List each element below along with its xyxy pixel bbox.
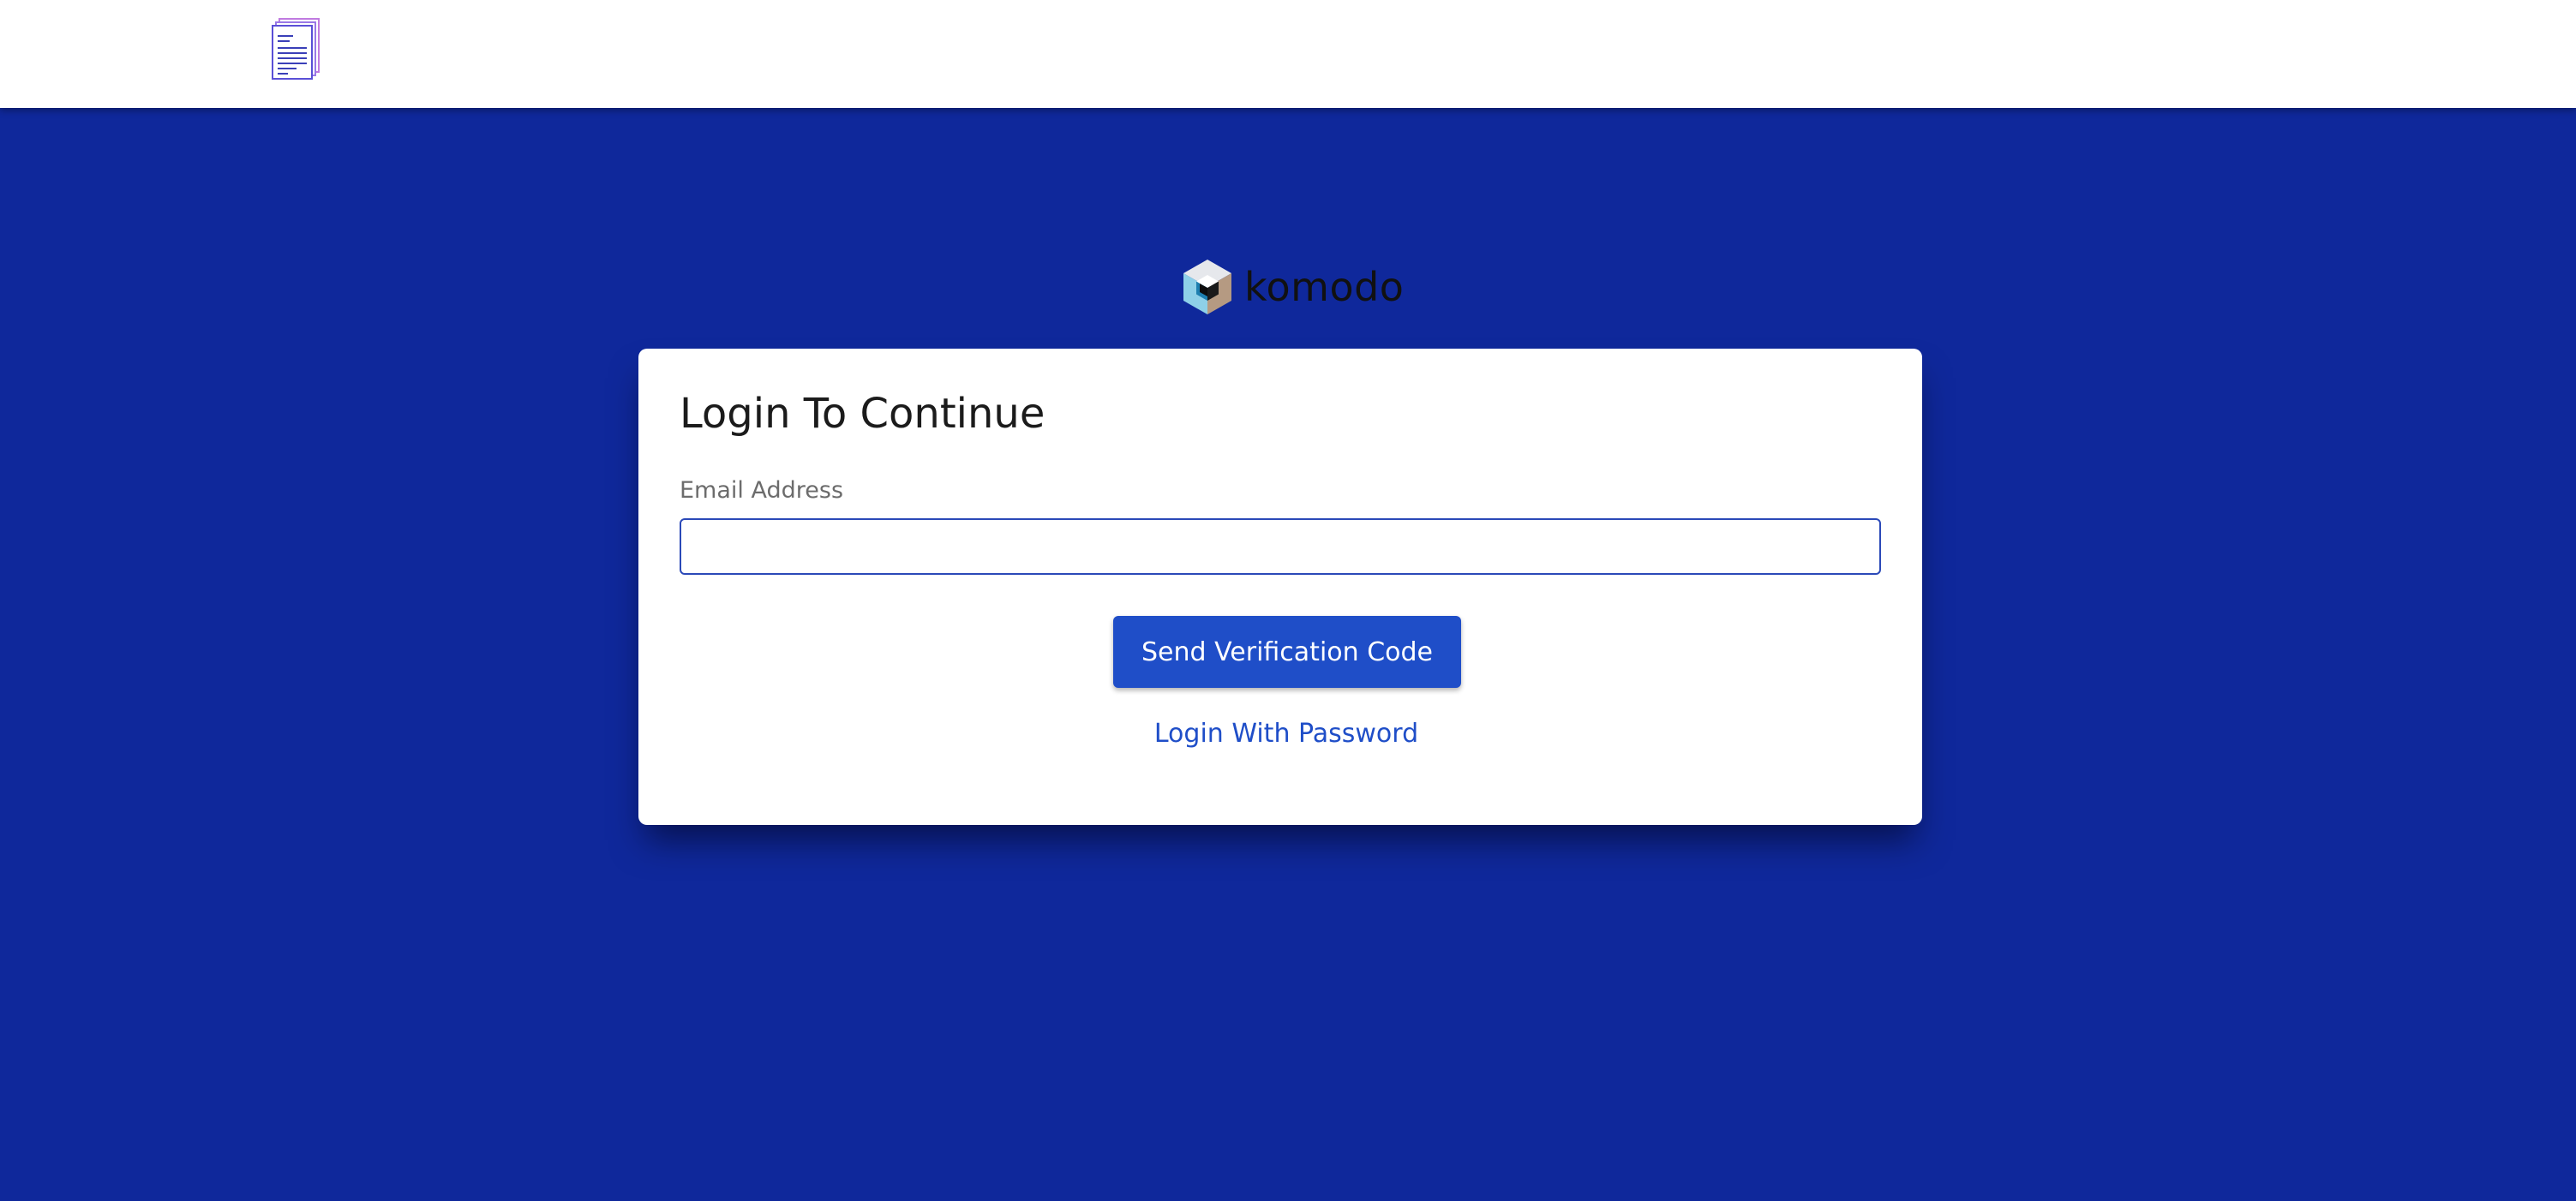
- login-with-password-label: Login With Password: [1153, 719, 1419, 749]
- login-title: Login To Continue: [680, 390, 1045, 438]
- top-bar: [0, 0, 2576, 108]
- login-card: Login To Continue Email Address Send Ver…: [638, 349, 1922, 825]
- login-with-password-link[interactable]: Login With Password: [638, 719, 1922, 749]
- document-stack-icon[interactable]: [271, 17, 322, 81]
- brand-name: komodo: [1244, 264, 1405, 310]
- komodo-cube-icon: [1183, 260, 1231, 314]
- email-input[interactable]: [680, 518, 1881, 575]
- send-verification-code-button[interactable]: Send Verification Code: [1113, 616, 1461, 688]
- brand: komodo: [1181, 257, 1404, 317]
- email-label: Email Address: [680, 477, 844, 504]
